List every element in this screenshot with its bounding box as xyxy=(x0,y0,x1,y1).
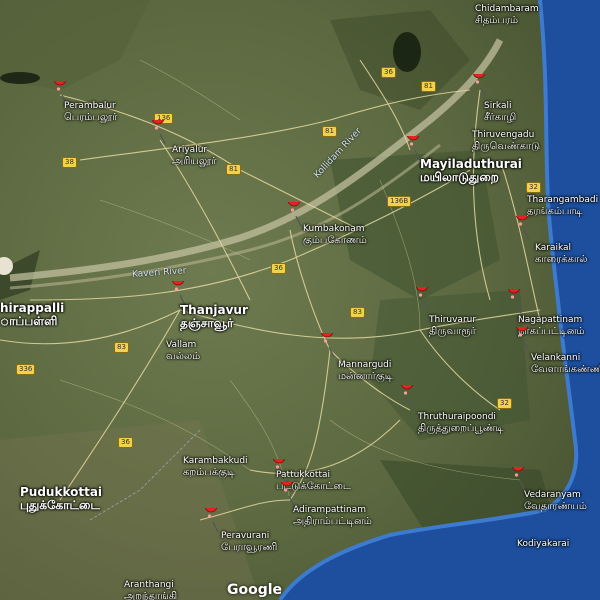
road-shield: 32 xyxy=(497,398,512,409)
map-pin-icon[interactable] xyxy=(398,385,420,411)
road-shield: 36 xyxy=(271,263,286,274)
map-pin-icon[interactable] xyxy=(505,289,527,315)
google-logo: Google xyxy=(227,582,283,598)
road-shield: 136B xyxy=(387,196,412,207)
road-shield: 83 xyxy=(350,307,365,318)
map-pin-icon[interactable] xyxy=(470,74,492,100)
map-pin-icon[interactable] xyxy=(318,333,340,359)
map-pin-icon[interactable] xyxy=(169,281,191,307)
map-pin-icon[interactable] xyxy=(413,287,435,313)
road-shield: 36 xyxy=(381,67,396,78)
map-pin-icon[interactable] xyxy=(285,202,307,228)
road-shield: 81 xyxy=(421,81,436,92)
road-shield: 336 xyxy=(16,364,36,375)
road-shield: 83 xyxy=(114,342,129,353)
road-shield: 32 xyxy=(526,182,541,193)
map-pin-icon[interactable] xyxy=(513,216,535,242)
road-shield: 81 xyxy=(226,164,241,175)
map-pin-icon[interactable] xyxy=(278,482,300,508)
road-shield: 81 xyxy=(322,126,337,137)
map-pin-icon[interactable] xyxy=(513,327,535,353)
map-pin-icon[interactable] xyxy=(51,81,73,107)
map-view[interactable]: Kollidam River Kaveri River 36 81 136 38… xyxy=(0,0,600,600)
road-shield: 38 xyxy=(62,157,77,168)
map-pin-icon[interactable] xyxy=(202,508,224,534)
road-shield: 36 xyxy=(118,437,133,448)
map-pin-icon[interactable] xyxy=(509,467,531,493)
map-pin-icon[interactable] xyxy=(149,120,171,146)
map-pin-icon[interactable] xyxy=(404,136,426,162)
